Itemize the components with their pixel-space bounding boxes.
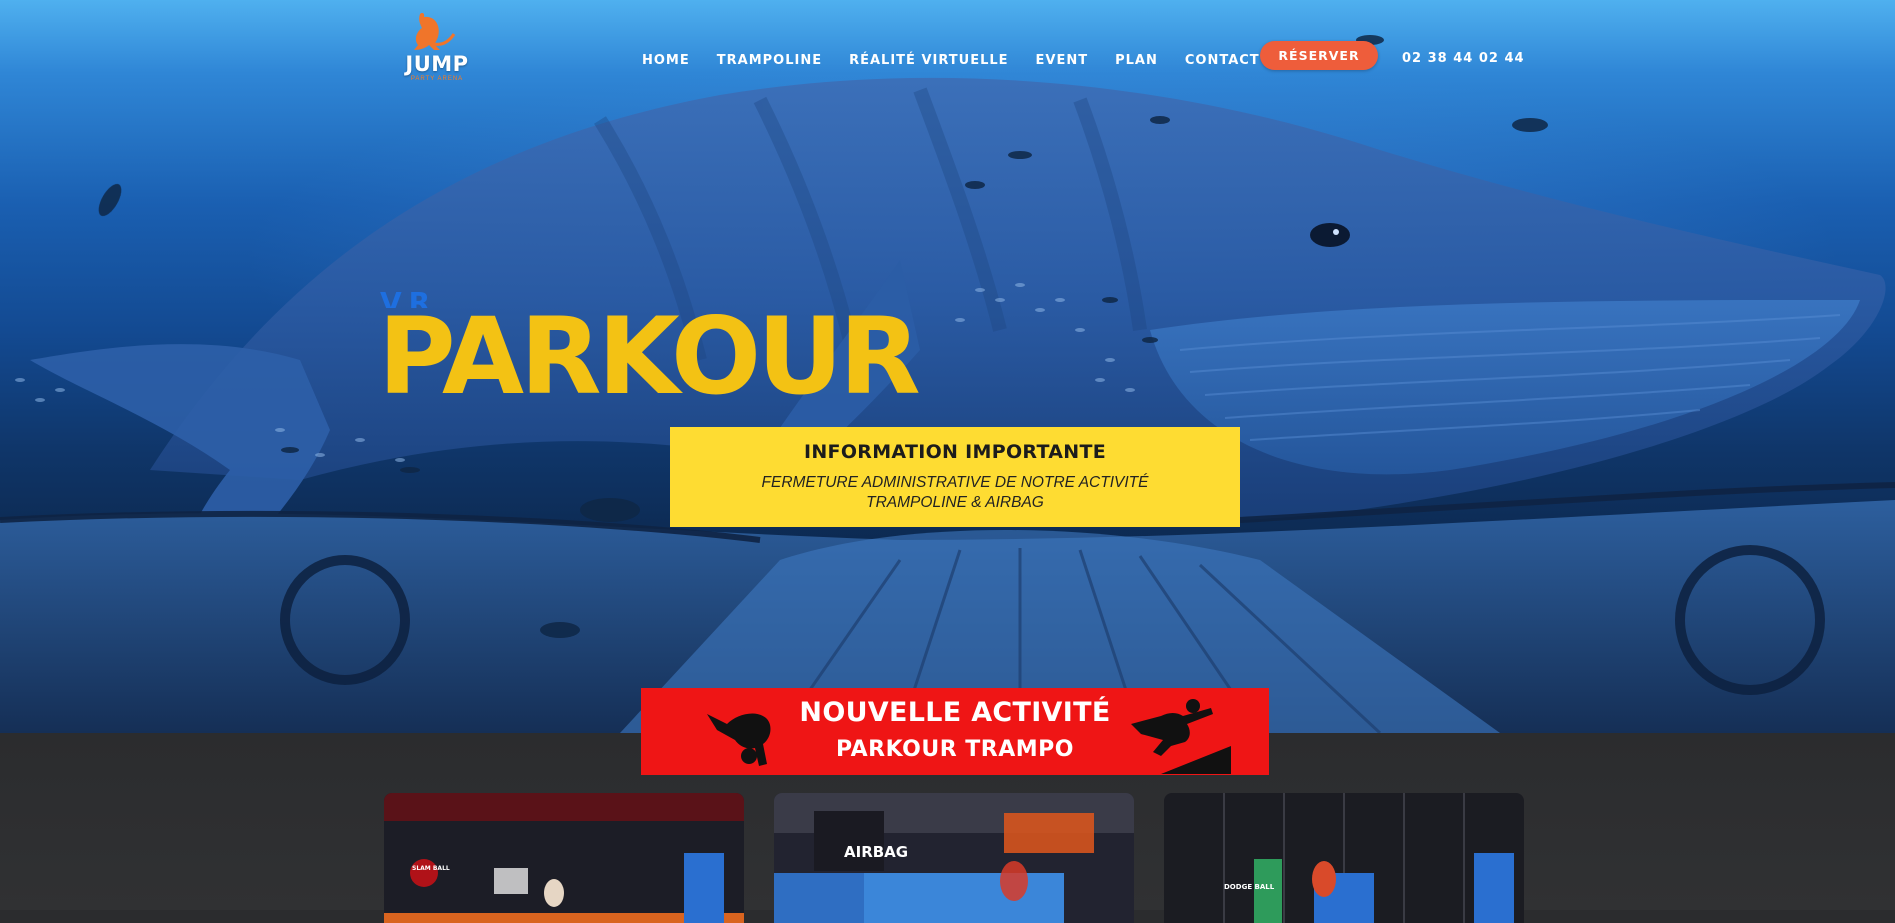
kangaroo-icon [414,13,456,50]
nav-trampoline[interactable]: TRAMPOLINE [717,53,822,68]
nav-contact[interactable]: CONTACT [1185,53,1260,68]
main-nav: HOME TRAMPOLINE RÉALITÉ VIRTUELLE EVENT … [642,50,1287,70]
new-activity-banner[interactable]: NOUVELLE ACTIVITÉ PARKOUR TRAMPO [641,688,1269,775]
nav-event[interactable]: EVENT [1036,53,1089,68]
activity-card-airbag[interactable]: AIRBAG [774,793,1134,923]
card-label: SLAM BALL [412,865,450,872]
logo-tagline: PARTY ARENA [410,76,464,82]
hero-headline: PARKOUR [378,295,921,418]
slam-ball-photo [384,793,744,923]
whale-underwater-image [0,35,1895,733]
hero-section [0,0,1895,733]
card-label: DODGE BALL [1224,883,1275,891]
banner-title: NOUVELLE ACTIVITÉ [799,697,1111,728]
important-notice: INFORMATION IMPORTANTE FERMETURE ADMINIS… [670,427,1240,527]
notice-body: FERMETURE ADMINISTRATIVE DE NOTRE ACTIVI… [761,474,1149,511]
activity-card-dodge-ball[interactable]: DODGE BALL [1164,793,1524,923]
phone-number[interactable]: 02 38 44 02 44 [1402,51,1525,66]
nav-plan[interactable]: PLAN [1115,53,1158,68]
banner-subtitle: PARKOUR TRAMPO [836,737,1074,762]
card-label: AIRBAG [844,843,909,861]
site-logo[interactable]: JUMP PARTY ARENA [394,10,480,88]
nav-home[interactable]: HOME [642,53,690,68]
airbag-photo [774,793,1134,923]
reserve-button[interactable]: RÉSERVER [1260,41,1378,70]
logo-text: JUMP [405,52,469,76]
activity-card-slam-ball[interactable]: SLAM BALL [384,793,744,923]
nav-realite-virtuelle[interactable]: RÉALITÉ VIRTUELLE [849,53,1008,68]
notice-title: INFORMATION IMPORTANTE [803,441,1107,463]
dodge-ball-photo [1164,793,1524,923]
